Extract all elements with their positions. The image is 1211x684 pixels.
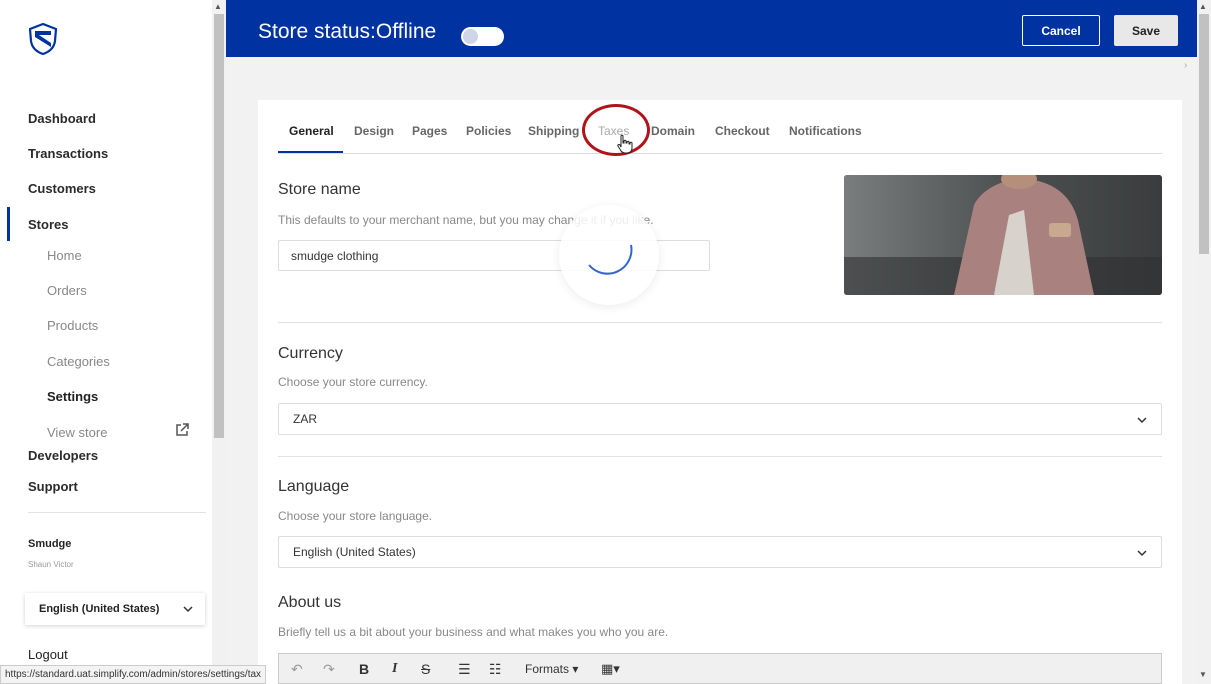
- hand-pointer-cursor-icon: [617, 134, 633, 154]
- sidebar-language-value: English (United States): [39, 603, 160, 615]
- strikethrough-icon[interactable]: S: [421, 661, 430, 677]
- external-link-icon[interactable]: [175, 423, 189, 437]
- store-status-toggle[interactable]: [461, 27, 504, 46]
- merchant-name: Smudge: [28, 538, 72, 550]
- store-banner-image[interactable]: [844, 175, 1162, 295]
- tab-general[interactable]: General: [289, 124, 334, 138]
- bank-shield-logo-icon[interactable]: [29, 23, 57, 55]
- nav-stores-categories[interactable]: Categories: [47, 354, 110, 369]
- settings-tabs: General Design Pages Policies Shipping T…: [278, 110, 1162, 154]
- nav-developers[interactable]: Developers: [28, 448, 98, 463]
- scroll-up-arrow-icon[interactable]: ▲: [1199, 2, 1207, 11]
- active-tab-underline: [278, 151, 343, 153]
- language-select[interactable]: English (United States): [278, 536, 1162, 568]
- redo-icon[interactable]: ↷: [323, 661, 335, 678]
- page-scroll-thumb[interactable]: [1199, 14, 1209, 254]
- language-value: English (United States): [293, 545, 416, 559]
- top-bar: Store status:Offline Cancel Save: [226, 0, 1197, 57]
- table-icon[interactable]: ▦▾: [601, 661, 620, 677]
- nav-stores-home[interactable]: Home: [47, 248, 82, 263]
- chevron-right-icon[interactable]: ›: [1184, 60, 1187, 71]
- loading-spinner: [559, 205, 659, 305]
- tab-policies[interactable]: Policies: [466, 124, 511, 138]
- currency-select[interactable]: ZAR: [278, 403, 1162, 435]
- bullet-list-icon[interactable]: ☰: [458, 661, 471, 678]
- rich-text-toolbar: ↶ ↷ B I S ☰ ☷ Formats ▾ ▦▾: [278, 653, 1162, 684]
- nav-stores-settings[interactable]: Settings: [47, 389, 98, 404]
- sidebar: Dashboard Transactions Customers Stores …: [0, 0, 226, 684]
- section-divider: [278, 456, 1162, 457]
- about-desc: Briefly tell us a bit about your busines…: [278, 625, 669, 639]
- merchant-user: Shaun Victor: [28, 560, 74, 569]
- sidebar-divider: [28, 512, 206, 513]
- scroll-up-arrow-icon[interactable]: ▲: [214, 2, 222, 11]
- formats-label: Formats: [525, 662, 570, 676]
- sidebar-language-select[interactable]: English (United States): [25, 593, 205, 625]
- tab-shipping[interactable]: Shipping: [528, 124, 579, 138]
- store-banner-photo: [844, 175, 1162, 295]
- chevron-down-icon: [183, 606, 193, 613]
- nav-stores-view-store[interactable]: View store: [47, 425, 107, 440]
- nav-dashboard[interactable]: Dashboard: [28, 111, 96, 126]
- logout-link[interactable]: Logout: [28, 647, 68, 662]
- about-title: About us: [278, 594, 342, 611]
- nav-transactions[interactable]: Transactions: [28, 146, 108, 161]
- formats-dropdown[interactable]: Formats ▾: [525, 662, 578, 676]
- tab-pages[interactable]: Pages: [412, 124, 447, 138]
- tab-domain[interactable]: Domain: [651, 124, 695, 138]
- sidebar-scrollbar[interactable]: ▲: [212, 0, 226, 684]
- nav-stores[interactable]: Stores: [28, 217, 68, 232]
- tab-checkout[interactable]: Checkout: [715, 124, 770, 138]
- undo-icon[interactable]: ↶: [291, 661, 303, 678]
- currency-title: Currency: [278, 345, 343, 362]
- toggle-knob: [463, 29, 478, 44]
- currency-value: ZAR: [293, 412, 317, 426]
- nav-stores-products[interactable]: Products: [47, 318, 98, 333]
- status-bar-url: https://standard.uat.simplify.com/admin/…: [0, 665, 267, 684]
- nav-stores-orders[interactable]: Orders: [47, 283, 87, 298]
- save-button[interactable]: Save: [1114, 15, 1178, 46]
- cancel-button[interactable]: Cancel: [1022, 15, 1100, 46]
- numbered-list-icon[interactable]: ☷: [489, 661, 502, 678]
- tab-design[interactable]: Design: [354, 124, 394, 138]
- language-desc: Choose your store language.: [278, 509, 433, 523]
- chevron-down-icon: [1137, 417, 1147, 424]
- nav-customers[interactable]: Customers: [28, 181, 96, 196]
- tab-notifications[interactable]: Notifications: [789, 124, 862, 138]
- section-divider: [278, 322, 1162, 323]
- sidebar-scroll-thumb[interactable]: [214, 14, 224, 438]
- active-indicator: [7, 207, 10, 241]
- nav-support[interactable]: Support: [28, 479, 78, 494]
- spinner-arc-icon: [588, 244, 633, 275]
- page-scrollbar[interactable]: ▲ ▼: [1197, 0, 1211, 684]
- scroll-down-arrow-icon[interactable]: ▼: [1199, 670, 1207, 679]
- italic-icon[interactable]: I: [392, 661, 397, 677]
- currency-desc: Choose your store currency.: [278, 375, 428, 389]
- store-name-title: Store name: [278, 181, 361, 198]
- bold-icon[interactable]: B: [359, 661, 369, 677]
- chevron-down-icon: [1137, 550, 1147, 557]
- store-status-title: Store status:Offline: [258, 20, 437, 43]
- language-title: Language: [278, 478, 350, 495]
